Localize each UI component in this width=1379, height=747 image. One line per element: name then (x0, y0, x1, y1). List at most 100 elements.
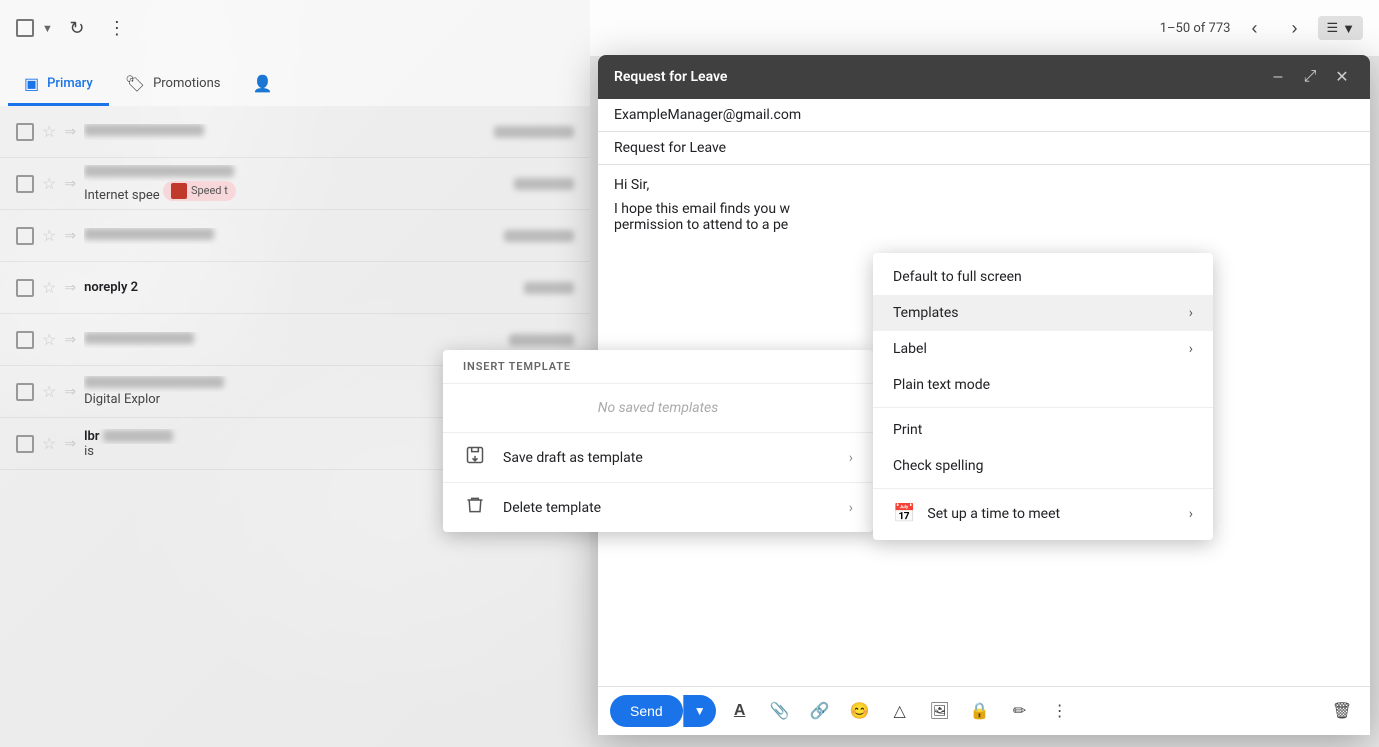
discard-button[interactable]: 🗑 (1326, 695, 1358, 727)
blurred-sender (84, 165, 234, 177)
calendar-icon: 📅 (893, 503, 915, 524)
subject-field-value: Request for Leave (614, 140, 726, 156)
gmail-tabs: ▣ Primary 🏷 Promotions 👤 (0, 56, 590, 106)
compose-footer: Send ▼ A 📎 🔗 😊 △ 🖼 🔒 ✏ ⋮ (598, 686, 1370, 735)
emoji-icon: 😊 (850, 701, 870, 721)
attach-file-button[interactable]: 📎 (764, 695, 796, 727)
row-checkbox[interactable] (16, 279, 34, 297)
star-icon[interactable]: ☆ (42, 122, 56, 141)
delete-template-item[interactable]: Delete template › (443, 483, 873, 532)
star-icon[interactable]: ☆ (42, 330, 56, 349)
tab-social[interactable]: 👤 (237, 66, 289, 106)
email-content (84, 124, 486, 140)
more-icon: ⋮ (1052, 701, 1068, 721)
ctx-plain-text[interactable]: Plain text mode (873, 367, 1213, 403)
star-icon[interactable]: ☆ (42, 226, 56, 245)
ctx-templates[interactable]: Templates › (873, 295, 1213, 331)
ctx-default-fullscreen[interactable]: Default to full screen (873, 259, 1213, 295)
plain-text-label: Plain text mode (893, 377, 990, 393)
star-icon[interactable]: ☆ (42, 434, 56, 453)
subject-text: Internet spee (84, 188, 160, 203)
email-row[interactable]: ☆ ⇒ (0, 210, 590, 262)
send-dropdown-button[interactable]: ▼ (683, 695, 716, 727)
send-button-group: Send ▼ (610, 695, 716, 727)
close-button[interactable]: ✕ (1330, 65, 1354, 89)
blurred-sender-partial (103, 430, 173, 442)
more-options-button[interactable]: ⋮ (101, 12, 133, 44)
lock-button[interactable]: 🔒 (964, 695, 996, 727)
compose-header-buttons: – ⤢ ✕ (1266, 65, 1354, 89)
insert-link-button[interactable]: 🔗 (804, 695, 836, 727)
email-row[interactable]: ☆ ⇒ (0, 106, 590, 158)
star-icon[interactable]: ☆ (42, 174, 56, 193)
pagination-text: 1–50 of 773 (1160, 21, 1231, 36)
save-draft-label: Save draft as template (503, 450, 643, 466)
tab-primary[interactable]: ▣ Primary (8, 66, 109, 106)
insert-photo-button[interactable]: 🖼 (924, 695, 956, 727)
label-submenu-arrow: › (1189, 341, 1193, 357)
forward-icon: ⇒ (64, 228, 76, 244)
blurred-sender (84, 228, 214, 240)
ctx-set-up-time[interactable]: 📅 Set up a time to meet › (873, 493, 1213, 534)
compose-header: Request for Leave – ⤢ ✕ (598, 55, 1370, 99)
row-checkbox[interactable] (16, 175, 34, 193)
next-page-button[interactable]: › (1278, 12, 1310, 44)
tab-promotions[interactable]: 🏷 Promotions (109, 66, 237, 106)
row-checkbox[interactable] (16, 383, 34, 401)
inbox-icon: ▣ (24, 74, 39, 93)
row-checkbox[interactable] (16, 331, 34, 349)
send-button[interactable]: Send (610, 695, 683, 727)
delete-template-icon (463, 495, 487, 520)
set-up-time-arrow: › (1189, 506, 1193, 522)
sender-name (84, 165, 506, 181)
ctx-label[interactable]: Label › (873, 331, 1213, 367)
gmail-toolbar: ▼ ↻ ⋮ (0, 0, 590, 56)
minimize-button[interactable]: – (1266, 65, 1290, 89)
ctx-check-spelling[interactable]: Check spelling (873, 448, 1213, 484)
prev-page-button[interactable]: ‹ (1238, 12, 1270, 44)
set-up-time-left: 📅 Set up a time to meet (893, 503, 1060, 524)
social-icon: 👤 (253, 74, 273, 93)
signature-button[interactable]: ✏ (1004, 695, 1036, 727)
subject-field[interactable]: Request for Leave (598, 132, 1370, 165)
forward-icon: ⇒ (64, 332, 76, 348)
select-dropdown-arrow[interactable]: ▼ (42, 22, 53, 35)
email-row[interactable]: ☆ ⇒ noreply 2 (0, 262, 590, 314)
row-checkbox[interactable] (16, 435, 34, 453)
link-icon: 🔗 (810, 701, 830, 721)
body-line2: I hope this email finds you w (614, 201, 1354, 217)
forward-icon: ⇒ (64, 280, 76, 296)
delete-template-left: Delete template (463, 495, 601, 520)
drive-button[interactable]: △ (884, 695, 916, 727)
ctx-print[interactable]: Print (873, 412, 1213, 448)
more-compose-options-button[interactable]: ⋮ (1044, 695, 1076, 727)
star-icon[interactable]: ☆ (42, 382, 56, 401)
density-icon: ☰ (1326, 20, 1338, 36)
sender-name (84, 124, 486, 140)
lock-icon: 🔒 (970, 701, 990, 721)
select-all-checkbox[interactable] (16, 19, 34, 37)
density-dropdown-arrow: ▼ (1342, 21, 1355, 36)
to-field[interactable]: ExampleManager@gmail.com (598, 99, 1370, 132)
trash-icon: 🗑 (1332, 701, 1352, 721)
save-draft-left: Save draft as template (463, 445, 643, 470)
format-text-button[interactable]: A (724, 695, 756, 727)
ctx-divider-2 (873, 488, 1213, 489)
density-button[interactable]: ☰ ▼ (1318, 16, 1363, 40)
tab-promotions-label: Promotions (153, 76, 220, 91)
context-menu: Default to full screen Templates › Label… (873, 253, 1213, 540)
save-draft-template-item[interactable]: Save draft as template › (443, 433, 873, 482)
email-content: noreply 2 (84, 280, 516, 295)
email-row[interactable]: ☆ ⇒ Internet spee Speed t (0, 158, 590, 210)
row-checkbox[interactable] (16, 123, 34, 141)
row-checkbox[interactable] (16, 227, 34, 245)
paperclip-icon: 📎 (770, 701, 790, 721)
blurred-sender (84, 332, 194, 344)
email-content: Internet spee Speed t (84, 165, 506, 203)
promotions-icon: 🏷 (125, 74, 145, 93)
fullscreen-button[interactable]: ⤢ (1298, 65, 1322, 89)
emoji-button[interactable]: 😊 (844, 695, 876, 727)
refresh-button[interactable]: ↻ (61, 12, 93, 44)
star-icon[interactable]: ☆ (42, 278, 56, 297)
blurred-sender (84, 376, 224, 388)
